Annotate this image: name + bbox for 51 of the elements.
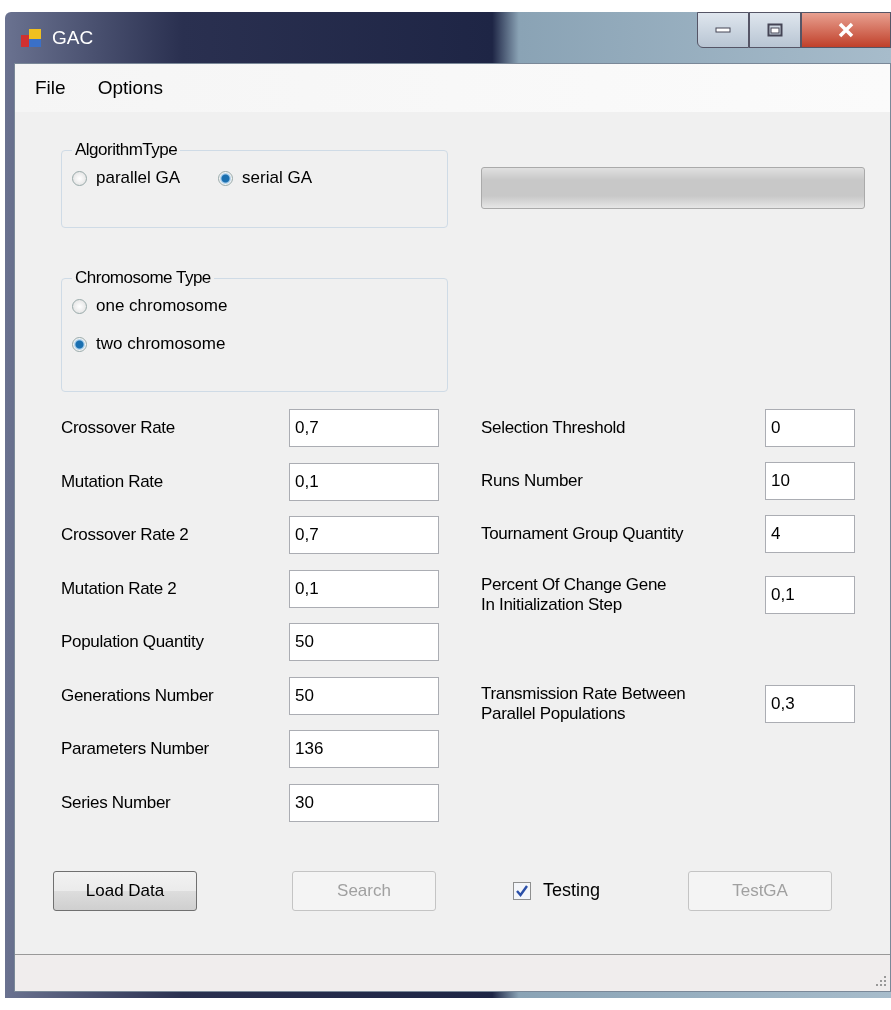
- radio-button[interactable]: [72, 298, 87, 314]
- radio-option[interactable]: serial GA: [218, 168, 313, 188]
- radio-button[interactable]: [72, 336, 87, 352]
- input-field[interactable]: 50: [289, 676, 439, 715]
- input-field[interactable]: 30: [289, 783, 439, 822]
- radio-button[interactable]: [218, 170, 234, 186]
- close-button[interactable]: [801, 12, 891, 48]
- field-label: Percent Of Change Gene In Initialization Step: [481, 575, 668, 615]
- radio-option[interactable]: one chromosome: [72, 296, 447, 316]
- menu-item[interactable]: Options: [97, 77, 164, 99]
- maximize-icon: [767, 23, 783, 37]
- input-field[interactable]: 0,3: [765, 685, 855, 723]
- minimize-button[interactable]: [697, 12, 749, 48]
- window-title: GAC: [52, 26, 94, 49]
- input-field[interactable]: 0: [765, 409, 855, 447]
- minimize-icon: [715, 27, 731, 33]
- resize-grip-icon: [873, 974, 887, 988]
- field-label: Mutation Rate: [61, 471, 164, 492]
- menu-item[interactable]: File: [35, 77, 66, 99]
- field-label: Crossover Rate: [61, 418, 176, 438]
- app-icon: [20, 26, 42, 49]
- field-label: Population Quantity: [61, 632, 205, 652]
- close-icon: [837, 22, 855, 38]
- field-label: Mutation Rate 2: [61, 578, 178, 599]
- maximize-button[interactable]: [749, 12, 801, 48]
- input-field[interactable]: 50: [289, 623, 439, 661]
- testing-checkbox[interactable]: Testing: [513, 880, 601, 901]
- input-field[interactable]: 0,1: [289, 569, 439, 608]
- field-label: Crossover Rate 2: [61, 525, 190, 545]
- radio-option[interactable]: two chromosome: [72, 334, 447, 354]
- field-label: Series Number: [61, 792, 172, 813]
- input-field[interactable]: 0,1: [289, 462, 439, 501]
- input-field[interactable]: 4: [765, 515, 855, 553]
- radio-option[interactable]: parallel GA: [72, 168, 181, 188]
- checkmark-icon: [515, 883, 529, 898]
- group-title: Chromosome Type: [74, 268, 212, 288]
- load-data-button[interactable]: Load Data: [53, 870, 197, 911]
- input-field[interactable]: 10: [765, 462, 855, 500]
- input-field[interactable]: 0,7: [289, 409, 439, 447]
- group-title: AlgorithmType: [74, 140, 179, 160]
- field-label: Tournament Group Quantity: [481, 524, 685, 544]
- field-label: Generations Number: [61, 685, 215, 706]
- field-label: Transmission Rate Between Parallel Populations: [481, 684, 687, 724]
- input-field[interactable]: 0,7: [289, 516, 439, 554]
- field-label: Selection Threshold: [481, 418, 627, 438]
- input-field[interactable]: 0,1: [765, 576, 855, 614]
- field-label: Parameters Number: [61, 739, 210, 759]
- input-field[interactable]: 136: [289, 730, 439, 768]
- checkbox[interactable]: [513, 881, 531, 900]
- radio-button[interactable]: [72, 170, 87, 186]
- field-label: Runs Number: [481, 471, 584, 491]
